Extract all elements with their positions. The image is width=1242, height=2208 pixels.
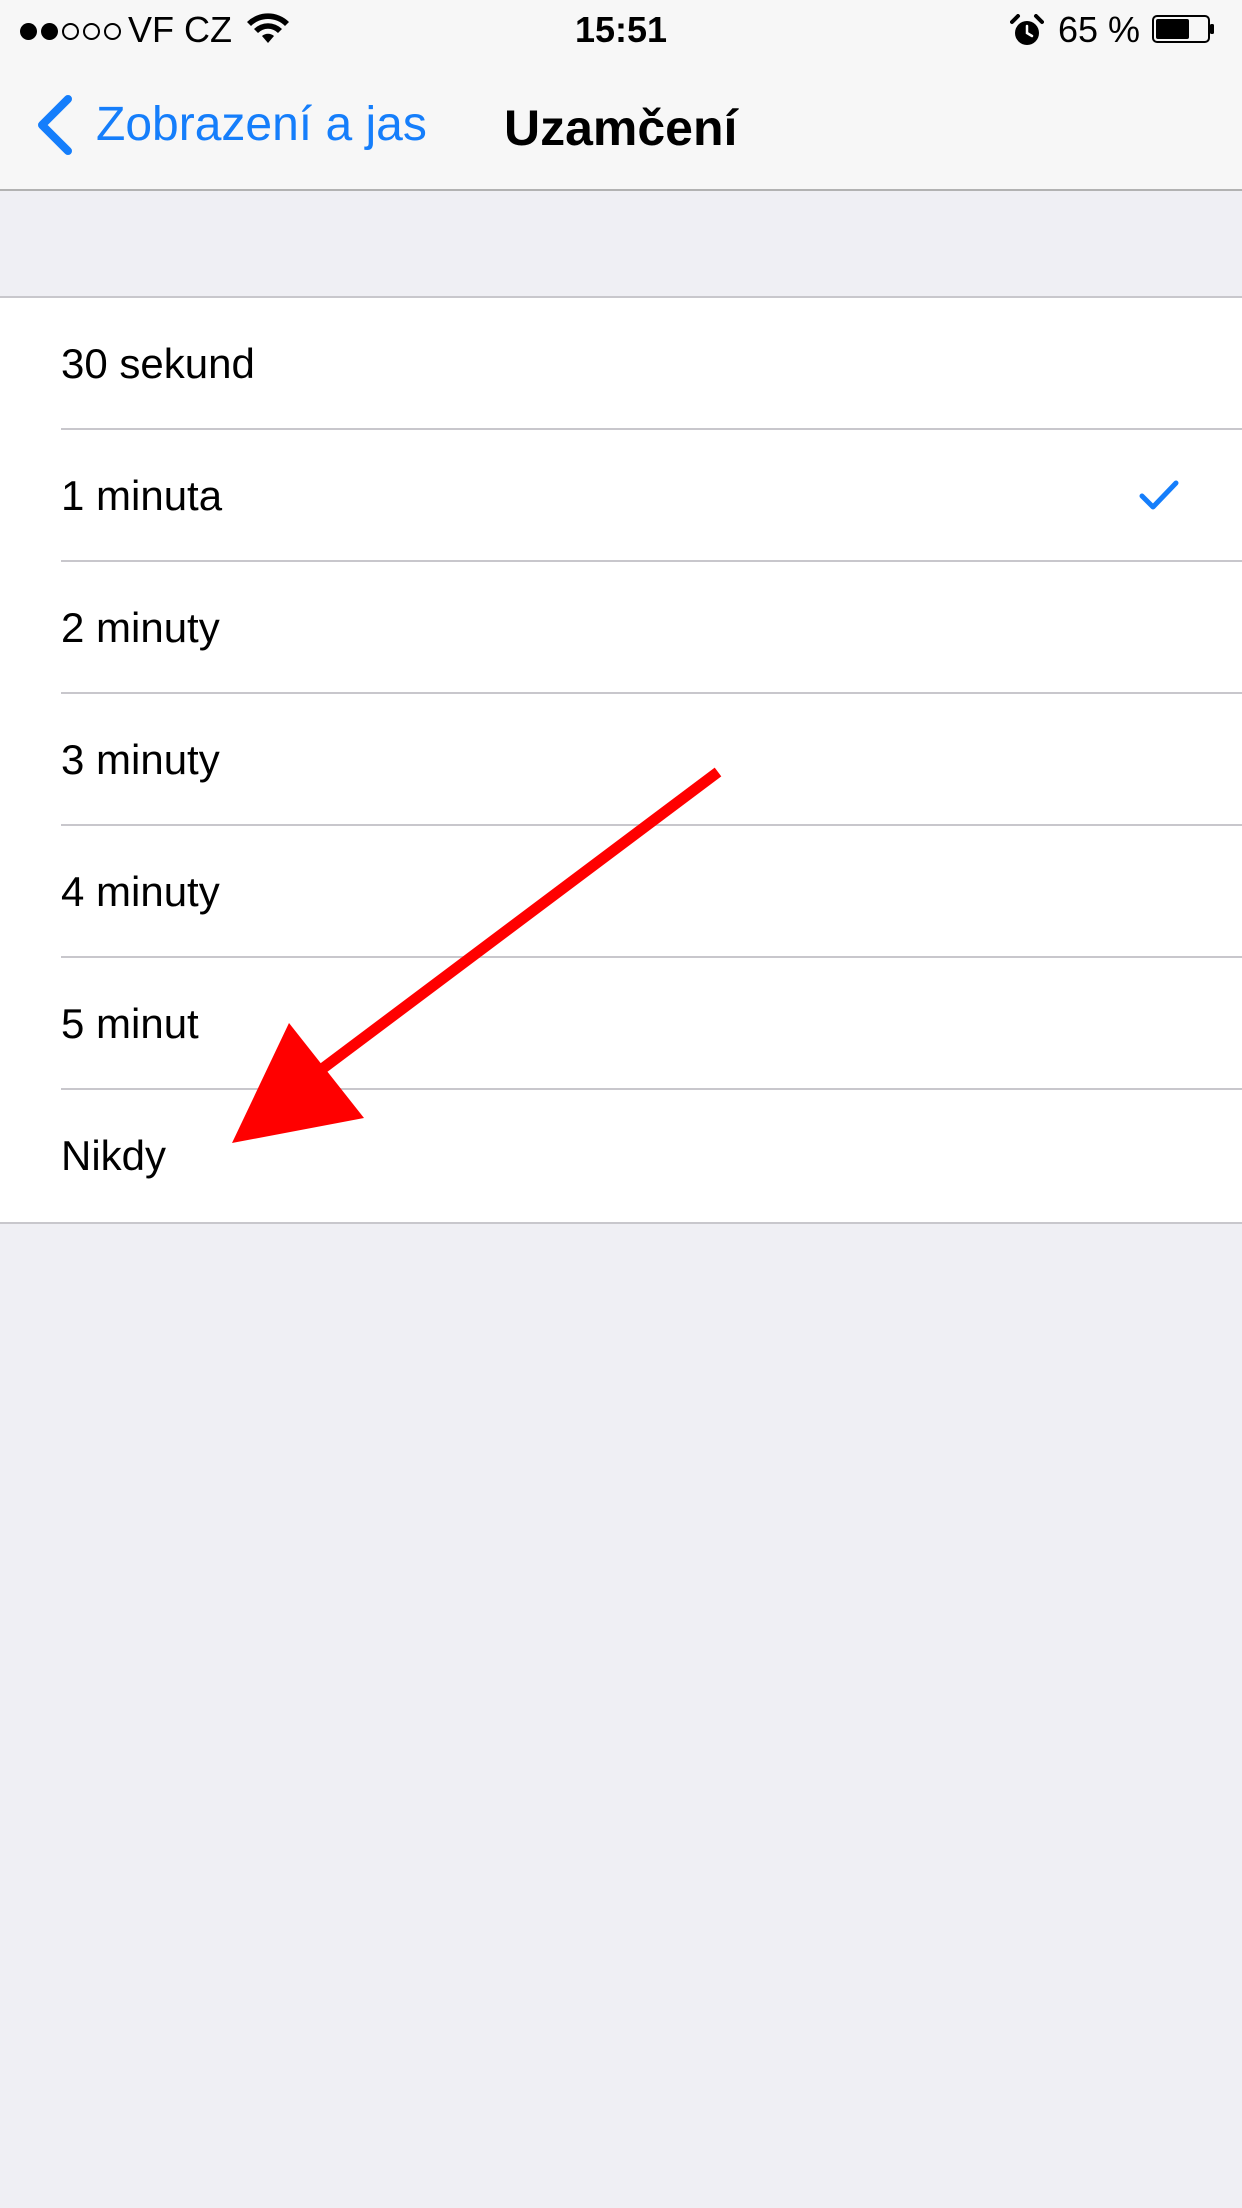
option-nikdy[interactable]: Nikdy [0,1090,1242,1222]
chevron-left-icon [38,95,72,155]
back-button[interactable]: Zobrazení a jas [34,90,427,160]
option-label: 30 sekund [61,340,255,387]
option-label: 2 minuty [61,604,220,651]
status-bar: VF CZ 15:51 65 % [0,0,1242,60]
option-4-minuty[interactable]: 4 minuty [0,826,1242,958]
option-30-sekund[interactable]: 30 sekund [0,298,1242,430]
status-time: 15:51 [574,9,668,50]
option-5-minut[interactable]: 5 minut [0,958,1242,1090]
battery-percentage: 65 % [1058,9,1141,50]
option-1-minuta[interactable]: 1 minuta [0,430,1242,562]
option-label: 3 minuty [61,736,220,783]
option-2-minuty[interactable]: 2 minuty [0,562,1242,694]
auto-lock-options-list: 30 sekund 1 minuta 2 minuty 3 minuty 4 m… [0,296,1242,1224]
option-label: 1 minuta [61,472,223,519]
battery-icon [1152,15,1214,43]
navigation-bar: Zobrazení a jas Uzamčení [0,60,1242,191]
checkmark-icon [1139,480,1179,510]
page-title: Uzamčení [504,100,738,156]
alarm-clock-icon [1010,14,1044,45]
option-3-minuty[interactable]: 3 minuty [0,694,1242,826]
option-label: 4 minuty [61,868,220,915]
option-label: Nikdy [61,1132,167,1179]
back-button-label: Zobrazení a jas [96,98,427,151]
option-label: 5 minut [61,1000,199,1047]
